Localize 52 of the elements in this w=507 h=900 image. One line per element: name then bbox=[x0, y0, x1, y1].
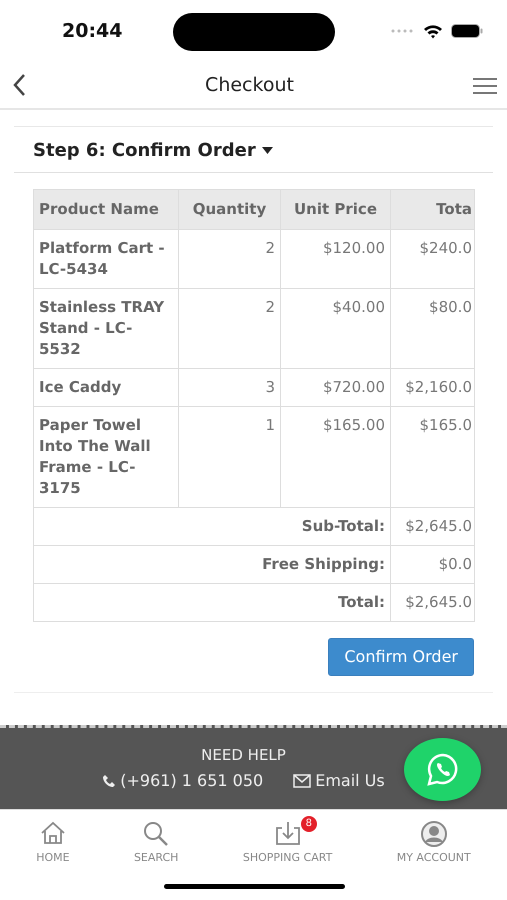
download-tray-icon bbox=[274, 820, 302, 848]
table-cell: 1 bbox=[178, 406, 280, 508]
tab-bar-item[interactable]: MY ACCOUNT bbox=[396, 820, 471, 866]
back-icon bbox=[12, 73, 26, 98]
email-label: Email Us bbox=[315, 770, 385, 792]
table-cell: $720.00 bbox=[280, 368, 390, 406]
table-cell: $120.00 bbox=[280, 230, 390, 288]
table-cell: $165.0 bbox=[390, 406, 474, 508]
table-cell: $80.0 bbox=[390, 288, 474, 368]
confirm-order-button[interactable]: Confirm Order bbox=[328, 638, 474, 676]
table-cell: 2 bbox=[178, 288, 280, 368]
column-header: Tota bbox=[390, 190, 474, 230]
table-cell: $240.0 bbox=[390, 230, 474, 288]
back-button[interactable] bbox=[12, 72, 26, 98]
page-title: Checkout bbox=[205, 72, 294, 98]
signal-icon bbox=[391, 29, 415, 33]
column-header: Product Name bbox=[34, 190, 178, 230]
total-label: Sub-Total: bbox=[34, 508, 390, 546]
wifi-icon bbox=[423, 24, 443, 38]
step-title: Step 6: Confirm Order bbox=[33, 139, 256, 163]
chat-bubble-icon bbox=[424, 752, 460, 788]
table-cell: Stainless TRAY Stand - LC-5532 bbox=[34, 288, 178, 368]
table-cell: 3 bbox=[178, 368, 280, 406]
table-cell: $165.00 bbox=[280, 406, 390, 508]
search-icon bbox=[142, 820, 170, 848]
menu-icon bbox=[472, 76, 497, 95]
table-cell: Ice Caddy bbox=[34, 368, 178, 406]
status-time: 20:44 bbox=[62, 18, 122, 44]
table-cell: $40.00 bbox=[280, 288, 390, 368]
help-title: NEED HELP bbox=[201, 745, 286, 766]
total-value: $0.0 bbox=[390, 546, 474, 584]
phone-icon bbox=[102, 774, 116, 788]
phone-link[interactable]: (+961) 1 651 050 bbox=[102, 768, 264, 793]
battery-icon bbox=[451, 24, 483, 38]
step-header[interactable]: Step 6: Confirm Order bbox=[14, 126, 493, 173]
table-cell: Paper Towel Into The Wall Frame - LC-3175 bbox=[34, 406, 178, 508]
column-header: Unit Price bbox=[280, 190, 390, 230]
email-link[interactable]: Email Us bbox=[293, 768, 385, 793]
column-header: Quantity bbox=[178, 190, 280, 230]
table-cell: 2 bbox=[178, 230, 280, 288]
cart-count-badge: 8 bbox=[300, 816, 317, 832]
total-label: Free Shipping: bbox=[34, 546, 390, 584]
total-label: Total: bbox=[34, 584, 390, 622]
phone-number: (+961) 1 651 050 bbox=[120, 770, 264, 792]
tab-bar-item[interactable]: HOME bbox=[36, 820, 70, 866]
total-value: $2,645.0 bbox=[390, 508, 474, 546]
total-value: $2,645.0 bbox=[390, 584, 474, 622]
table-cell: $2,160.0 bbox=[390, 368, 474, 406]
tab-bar-item[interactable]: SEARCH bbox=[134, 820, 178, 866]
table-cell: Platform Cart - LC-5434 bbox=[34, 230, 178, 288]
mail-icon bbox=[293, 774, 312, 788]
user-icon bbox=[420, 820, 448, 848]
